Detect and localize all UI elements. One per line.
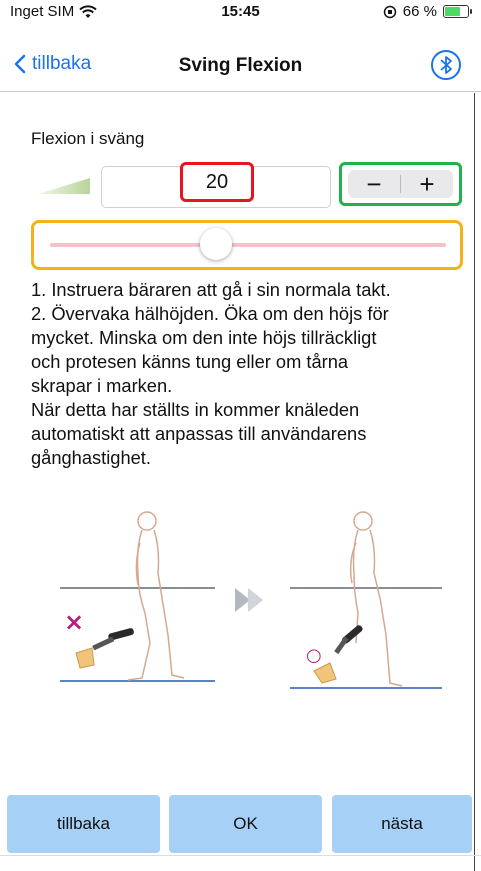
value-stepper: − + <box>348 169 453 199</box>
instruction-line: 2. Övervaka hälhöjden. Öka om den höjs f… <box>31 303 389 324</box>
stepper-highlight: − + <box>339 162 462 206</box>
status-bar: Inget SIM 15:45 66 % <box>0 0 481 24</box>
flexion-slider-thumb[interactable] <box>200 228 233 260</box>
walker-figure-right <box>349 511 403 687</box>
right-mark: ○ <box>306 645 322 666</box>
value-display[interactable]: 20 <box>180 162 254 202</box>
battery-percent: 66 % <box>402 3 437 20</box>
slider-highlight <box>31 220 463 270</box>
arrow-icon <box>235 588 250 612</box>
instruction-line: och protesen känns tung eller om tårna <box>31 351 349 372</box>
bottom-button-bar: tillbaka OK nästa <box>0 795 481 853</box>
bottom-divider <box>0 855 481 856</box>
bluetooth-icon <box>440 56 452 74</box>
decrement-button[interactable]: − <box>348 169 400 199</box>
ramp-icon <box>38 178 90 194</box>
arrow-icon <box>248 588 263 612</box>
back-button[interactable]: tillbaka <box>7 795 160 853</box>
instruction-line: skrapar i marken. <box>31 375 173 396</box>
instructions: 1. Instruera bäraren att gå i sin normal… <box>31 278 476 470</box>
bluetooth-button[interactable] <box>431 50 461 80</box>
wrong-mark: × <box>64 608 84 636</box>
battery-icon <box>443 5 472 18</box>
value-text: 20 <box>205 170 229 193</box>
walker-figure-left <box>127 511 185 681</box>
flexion-slider-track[interactable] <box>50 243 446 247</box>
increment-button[interactable]: + <box>401 169 453 199</box>
setting-label: Flexion i sväng <box>31 129 145 148</box>
main-content: Flexion i sväng 20 − + 1. Instruera bära… <box>0 93 474 783</box>
status-right: 66 % <box>383 3 472 20</box>
ok-button[interactable]: OK <box>169 795 322 853</box>
prosthesis-left <box>75 628 134 669</box>
instruction-line: gånghastighet. <box>31 447 151 468</box>
right-edge-rule <box>474 93 475 871</box>
instruction-line: 1. Instruera bäraren att gå i sin normal… <box>31 279 391 300</box>
instruction-line: mycket. Minska om den inte höjs tillräck… <box>31 327 377 348</box>
page-title: Sving Flexion <box>178 55 303 76</box>
battery-fill <box>445 7 460 16</box>
instruction-line: automatiskt att anpassas till användaren… <box>31 423 367 444</box>
rotation-lock-icon <box>383 5 397 18</box>
nav-bar: tillbaka Sving Flexion <box>0 40 481 92</box>
instruction-line: När detta har ställts in kommer knäleden <box>31 399 360 420</box>
gait-illustration: × ○ <box>60 511 442 689</box>
next-button[interactable]: nästa <box>332 795 472 853</box>
